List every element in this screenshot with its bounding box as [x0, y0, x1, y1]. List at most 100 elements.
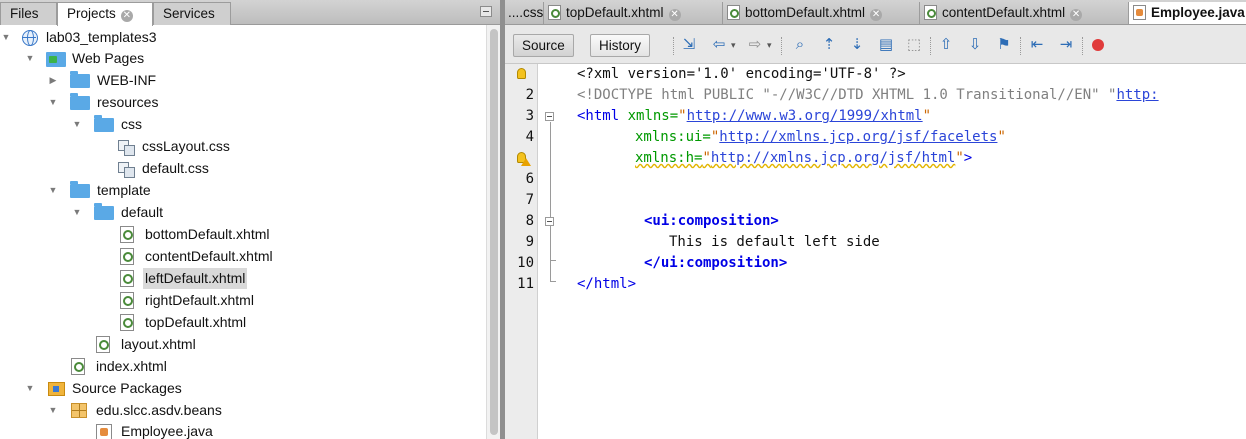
collapse-arrow-icon[interactable]: ▶ [47, 70, 59, 91]
record-macro-icon[interactable] [1092, 39, 1104, 51]
attr-name: xmlns= [627, 108, 679, 124]
tree-node-label: cssLayout.css [142, 138, 230, 154]
expand-arrow-icon[interactable]: ▼ [71, 202, 83, 223]
xhtml-file-icon [924, 5, 937, 20]
tree-node-layout[interactable]: layout.xhtml [0, 334, 480, 355]
editor-tab-label: bottomDefault.xhtml [745, 5, 866, 20]
tree-node-source-packages[interactable]: ▼ Source Packages [0, 378, 480, 399]
globe-icon [22, 30, 38, 46]
expand-arrow-icon[interactable]: ▼ [71, 114, 83, 135]
html-open-tag: <html [577, 108, 620, 124]
tab-projects-label: Projects [67, 6, 116, 21]
shift-right-icon[interactable]: ⇥ [1056, 35, 1076, 55]
code-area[interactable]: <?xml version='1.0' encoding='UTF-8' ?> … [564, 64, 1246, 439]
expand-arrow-icon[interactable]: ▼ [24, 378, 36, 399]
editor-tab-css[interactable]: ....css [508, 2, 543, 24]
history-button[interactable]: History [590, 34, 651, 57]
last-edit-icon[interactable]: ⇲ [679, 35, 699, 55]
tab-projects[interactable]: Projects ✕ [57, 2, 153, 26]
toggle-highlight-icon[interactable]: ⬚ [904, 35, 924, 55]
close-icon[interactable]: ✕ [668, 9, 681, 21]
xhtml-file-icon [120, 226, 134, 243]
fold-guide [550, 122, 551, 281]
tree-node-topdefault[interactable]: topDefault.xhtml [0, 312, 480, 333]
editor-tab-topdefault[interactable]: topDefault.xhtml ✕ [543, 2, 681, 24]
tree-node-contentdefault[interactable]: contentDefault.xhtml [0, 246, 480, 267]
expand-arrow-icon[interactable]: ▼ [47, 92, 59, 113]
tree-node-default-css[interactable]: default.css [0, 158, 480, 179]
editor-tab-contentdefault[interactable]: contentDefault.xhtml ✕ [919, 2, 1083, 24]
ide-window: Files Projects ✕ Services ▼ lab03_templat… [0, 0, 1246, 439]
source-button[interactable]: Source [513, 34, 574, 57]
forward-icon[interactable]: ⇨ [745, 35, 765, 55]
toggle-bookmark-icon[interactable]: ⚑ [994, 35, 1014, 55]
source-packages-icon [48, 382, 65, 396]
next-bookmark-icon[interactable]: ⇩ [965, 35, 985, 55]
tab-services[interactable]: Services [153, 2, 231, 25]
tree-node-package[interactable]: ▼ edu.slcc.asdv.beans [0, 400, 480, 421]
attr-url[interactable]: http://xmlns.jcp.org/jsf/html [711, 150, 955, 166]
tree-node-resources[interactable]: ▼ resources [0, 92, 480, 113]
tree-node-default[interactable]: ▼ default [0, 202, 480, 223]
tree-node-index[interactable]: index.xhtml [0, 356, 480, 377]
find-next-icon[interactable]: ⇣ [847, 35, 867, 55]
close-icon[interactable]: ✕ [120, 10, 133, 22]
tree-node-rightdefault[interactable]: rightDefault.xhtml [0, 290, 480, 311]
editor-tab-bottomdefault[interactable]: bottomDefault.xhtml ✕ [722, 2, 883, 24]
editor-tab-employee-java[interactable]: Employee.java [1128, 2, 1246, 24]
previous-bookmark-icon[interactable]: ⇧ [936, 35, 956, 55]
fold-toggle-icon[interactable] [545, 112, 554, 121]
expand-arrow-icon[interactable]: ▼ [47, 400, 59, 421]
doctype-url[interactable]: http: [1116, 87, 1158, 103]
toolbar-separator [930, 37, 931, 55]
toolbar-separator [781, 37, 782, 55]
tab-files[interactable]: Files [0, 2, 57, 25]
tree-node-css[interactable]: ▼ css [0, 114, 480, 135]
expand-arrow-icon[interactable]: ▼ [47, 180, 59, 201]
toolbar-separator [1082, 37, 1083, 55]
tree-node-bottomdefault[interactable]: bottomDefault.xhtml [0, 224, 480, 245]
panel-tab-bar: Files Projects ✕ Services [0, 0, 500, 26]
tree-node-csslayout[interactable]: cssLayout.css [0, 136, 480, 157]
find-selection-icon[interactable]: ▤ [876, 35, 896, 55]
back-icon[interactable]: ⇦ [709, 35, 729, 55]
find-previous-icon[interactable]: ⇡ [819, 35, 839, 55]
code-line-3: <html xmlns="http://www.w3.org/1999/xhtm… [577, 106, 931, 127]
tree-node-leftdefault[interactable]: leftDefault.xhtml [0, 268, 480, 289]
editor-tab-label: Employee.java [1151, 5, 1245, 20]
editor-tab-label: contentDefault.xhtml [942, 5, 1066, 20]
attr-url[interactable]: http://www.w3.org/1999/xhtml [687, 108, 923, 124]
xhtml-file-icon [120, 292, 134, 309]
quote: " [678, 108, 687, 124]
expand-arrow-icon[interactable]: ▼ [24, 48, 36, 69]
folder-icon [94, 115, 114, 132]
tree-node-label: resources [97, 94, 159, 110]
tree-node-web-inf[interactable]: ▶ WEB-INF [0, 70, 480, 91]
css-file-icon [117, 139, 135, 156]
shift-left-icon[interactable]: ⇤ [1027, 35, 1047, 55]
scrollbar-thumb[interactable] [490, 29, 498, 435]
xhtml-file-icon [727, 5, 740, 20]
tree-node-employee-java[interactable]: Employee.java [0, 421, 480, 439]
close-icon[interactable]: ✕ [1070, 9, 1083, 21]
hint-bulb-icon[interactable] [517, 68, 526, 79]
tree-node-template[interactable]: ▼ template [0, 180, 480, 201]
projects-panel: Files Projects ✕ Services ▼ lab03_templat… [0, 0, 500, 439]
minimize-panel-icon[interactable] [480, 6, 492, 17]
hint-warning-icon[interactable] [517, 152, 531, 166]
expand-arrow-icon[interactable]: ▼ [0, 27, 12, 48]
close-icon[interactable]: ✕ [870, 9, 883, 21]
tree-scrollbar[interactable] [486, 25, 500, 439]
tree-node-web-pages[interactable]: ▼ Web Pages [0, 48, 480, 69]
find-icon[interactable]: ⌕ [790, 35, 810, 55]
toolbar-separator [673, 37, 674, 55]
tree-node-label: layout.xhtml [121, 336, 196, 352]
fold-toggle-icon[interactable] [545, 217, 554, 226]
attr-url[interactable]: http://xmlns.jcp.org/jsf/facelets [719, 129, 997, 145]
forward-dropdown-icon[interactable]: ▾ [767, 40, 772, 51]
code-line-10: </html> [577, 274, 636, 295]
back-dropdown-icon[interactable]: ▾ [731, 40, 736, 51]
tab-services-label: Services [163, 6, 215, 21]
tree-node-project[interactable]: ▼ lab03_templates3 [0, 27, 480, 48]
xhtml-file-icon [120, 270, 134, 287]
